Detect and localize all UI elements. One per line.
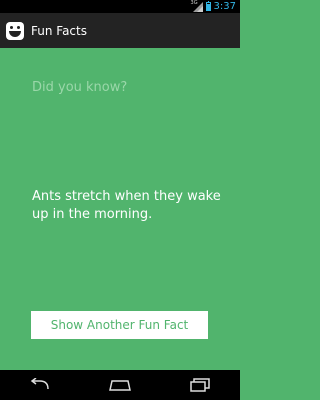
back-button[interactable]: [20, 373, 60, 397]
back-icon: [30, 378, 49, 390]
battery-icon: [205, 1, 211, 11]
status-bar: 3G 3:37: [0, 0, 240, 13]
smiley-face-icon[interactable]: [6, 21, 24, 40]
recent-apps-button[interactable]: [180, 373, 220, 397]
home-icon: [109, 380, 131, 391]
recent-apps-icon: [190, 378, 210, 392]
navigation-bar: [0, 370, 240, 400]
status-icons: 3G 3:37: [191, 0, 240, 13]
home-button[interactable]: [100, 373, 140, 397]
show-another-fun-fact-button[interactable]: Show Another Fun Fact: [31, 311, 208, 339]
fact-text: Ants stretch when they wake up in the mo…: [32, 189, 221, 222]
status-time: 3:37: [213, 1, 236, 12]
did-you-know-label: Did you know?: [32, 80, 128, 95]
app-title: Fun Facts: [31, 23, 87, 38]
main-content: Did you know? Ants stretch when they wak…: [0, 48, 240, 370]
action-bar: Fun Facts: [0, 13, 240, 48]
signal-icon: 3G: [191, 0, 203, 12]
